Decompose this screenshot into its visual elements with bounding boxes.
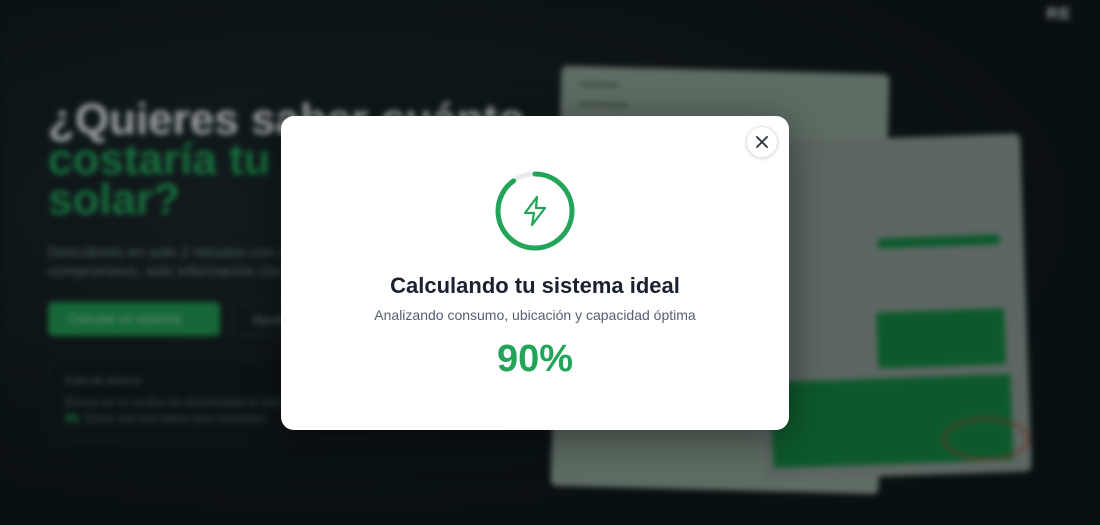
progress-ring xyxy=(495,171,575,251)
progress-ring-fill xyxy=(495,171,575,251)
modal-title: Calculando tu sistema ideal xyxy=(390,273,680,298)
lightning-bolt-icon xyxy=(523,195,547,227)
close-icon xyxy=(756,136,768,148)
modal-subtitle: Analizando consumo, ubicación y capacida… xyxy=(374,307,696,323)
progress-percent: 90% xyxy=(496,338,574,380)
calculating-modal: Calculando tu sistema ideal Analizando c… xyxy=(281,116,789,430)
close-button[interactable] xyxy=(746,126,778,158)
